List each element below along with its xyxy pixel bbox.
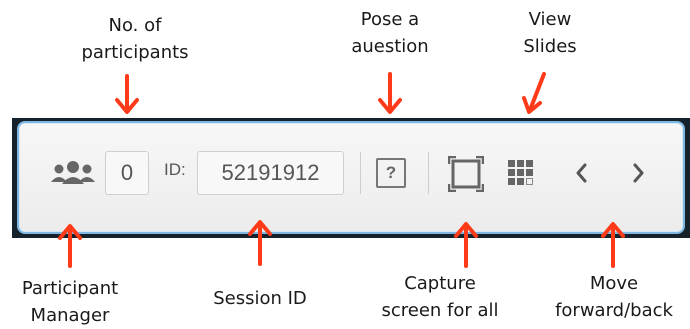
divider	[360, 152, 361, 194]
session-id-field: 52191912	[197, 151, 344, 195]
id-label: ID:	[164, 160, 186, 179]
label-line: Capture	[404, 273, 476, 294]
label-no-of-participants: No. of participants	[70, 12, 200, 66]
label-line: Participant	[21, 278, 119, 299]
label-line: Session ID	[213, 288, 307, 309]
label-capture-screen: Capture screen for all	[360, 270, 520, 324]
capture-icon[interactable]	[448, 156, 484, 192]
participant-count: 0	[105, 151, 149, 195]
label-line: forward/back	[555, 300, 673, 321]
label-line: Move	[589, 273, 639, 294]
label-line: Pose a	[360, 9, 420, 30]
chevron-right-icon[interactable]	[630, 162, 646, 184]
arrow-pose-question	[378, 72, 402, 114]
chevron-left-icon[interactable]	[574, 162, 590, 184]
label-move-forward-back: Move forward/back	[540, 270, 688, 324]
grid-icon[interactable]	[508, 160, 534, 186]
arrow-participant-manager	[58, 224, 82, 268]
label-session-id: Session ID	[195, 285, 325, 312]
arrow-move-forward-back	[601, 222, 625, 268]
label-pose-question: Pose a auestion	[335, 6, 445, 60]
label-line: auestion	[351, 36, 429, 57]
label-participant-manager: Participant Manager	[0, 275, 140, 329]
users-icon[interactable]	[50, 160, 96, 188]
arrow-session-id	[248, 220, 272, 266]
arrow-participants	[115, 74, 139, 114]
label-view-slides: View Slides	[505, 6, 595, 60]
label-line: No. of	[108, 15, 162, 36]
label-line: Manager	[30, 305, 110, 326]
label-line: Slides	[523, 36, 577, 57]
label-line: screen for all	[381, 300, 499, 321]
arrow-view-slides	[522, 72, 546, 114]
divider	[428, 152, 429, 194]
arrow-capture-screen	[454, 222, 478, 268]
label-line: participants	[81, 42, 189, 63]
label-line: View	[528, 9, 572, 30]
question-icon[interactable]: ?	[376, 158, 406, 188]
